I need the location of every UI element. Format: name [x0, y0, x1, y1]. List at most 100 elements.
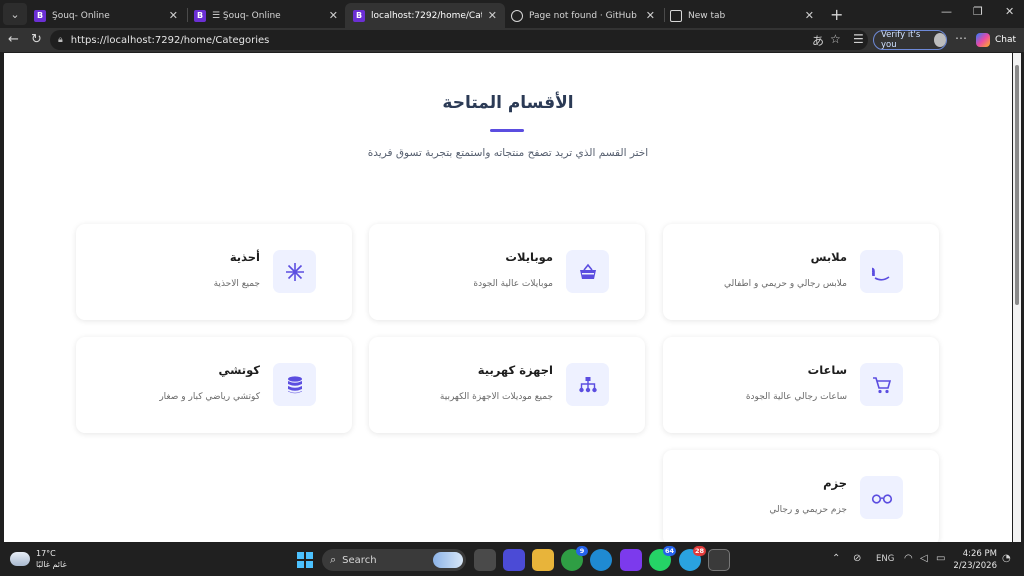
tab-strip: ⌄ B Şouq- Online ✕ B ☰ Şouq- Online ✕ B … — [0, 0, 1024, 28]
category-card-sneakers[interactable]: كوتشي كوتشي رياضي كبار و صغار — [76, 337, 352, 433]
basket-icon — [566, 250, 609, 293]
github-icon — [511, 9, 523, 22]
page-title: الأقسام المتاحة — [442, 93, 574, 113]
category-card-mobiles[interactable]: موبايلات موبايلات عالية الجودة — [369, 224, 645, 320]
tab-label: ☰ Şouq- Online — [212, 10, 281, 21]
weather-widget[interactable]: 17°C غائم غالبًا — [10, 548, 67, 570]
category-description: ملابس رجالي و حريمي و اطفالي — [723, 279, 847, 289]
close-icon[interactable]: ✕ — [329, 9, 338, 22]
windows-start-icon[interactable] — [297, 552, 313, 568]
close-icon[interactable]: ✕ — [488, 9, 497, 22]
address-toolbar: ← ↻ 🔒︎ https://localhost:7292/home/Categ… — [0, 28, 1024, 52]
more-options-icon[interactable]: ⋯ — [955, 31, 967, 45]
tab-categories[interactable]: B localhost:7292/home/Categories ✕ — [345, 3, 505, 28]
lock-icon[interactable]: 🔒︎ — [58, 35, 63, 45]
telegram-icon[interactable]: 28 — [679, 546, 706, 571]
verify-profile-button[interactable]: Verify it's you — [873, 30, 947, 50]
terminal-icon[interactable] — [708, 549, 730, 571]
avatar — [934, 33, 946, 47]
page-viewport: الأقسام المتاحة اختر القسم الذي تريد تصف… — [4, 53, 1012, 542]
chrome-badge: 9 — [576, 546, 588, 556]
tab-new-tab[interactable]: New tab ✕ — [662, 3, 822, 28]
back-arrow-icon[interactable]: ← — [8, 32, 19, 47]
glasses-icon — [860, 476, 903, 519]
category-card-shoes[interactable]: أحذية جميع الاحذية — [76, 224, 352, 320]
chat-label: Chat — [995, 35, 1017, 45]
amazon-icon: a — [860, 250, 903, 293]
page-scrollbar[interactable] — [1013, 53, 1021, 542]
category-description: جميع الاحذية — [213, 279, 260, 289]
tab-souq-online-1[interactable]: B Şouq- Online ✕ — [26, 3, 186, 28]
maximize-icon[interactable]: ❐ — [973, 5, 983, 18]
telegram-badge: 28 — [692, 546, 706, 556]
network-off-icon[interactable]: ⊘ — [853, 553, 861, 564]
scrollbar-thumb[interactable] — [1015, 65, 1019, 305]
favorite-star-icon[interactable]: ☆ — [830, 32, 841, 46]
visual-studio-icon[interactable] — [620, 549, 642, 571]
language-indicator[interactable]: ENG — [876, 554, 894, 564]
blazor-icon: B — [353, 9, 365, 22]
notification-bell-icon[interactable]: ◔ — [1002, 553, 1011, 564]
category-card-electronics[interactable]: اجهزة كهربية جميع موديلات الاجهزة الكهرب… — [369, 337, 645, 433]
system-clock[interactable]: 4:26 PM 2/23/2026 — [953, 548, 997, 572]
verify-label: Verify it's you — [881, 30, 921, 50]
category-title: موبايلات — [505, 250, 553, 264]
category-title: أحذية — [229, 250, 260, 264]
category-description: ساعات رجالي عالية الجودة — [745, 392, 847, 402]
tab-label: New tab — [688, 10, 726, 21]
category-description: جميع موديلات الاجهزة الكهربية — [439, 392, 553, 402]
teams-icon[interactable] — [503, 549, 525, 571]
weather-temperature: 17°C — [36, 549, 56, 558]
volume-icon[interactable]: ◁ — [920, 553, 928, 564]
chrome-icon[interactable]: 9 — [561, 546, 588, 571]
search-label: Search — [342, 554, 377, 566]
window-close-icon[interactable]: ✕ — [1005, 5, 1014, 18]
whatsapp-icon[interactable]: 64 — [649, 546, 676, 571]
blazor-icon: B — [34, 9, 46, 22]
favorites-list-icon[interactable]: ☰ — [853, 32, 864, 46]
translate-icon[interactable]: あ — [812, 32, 824, 49]
asterisk-icon — [273, 250, 316, 293]
battery-icon[interactable]: ▭ — [936, 553, 945, 564]
tab-label: Page not found · GitHub — [529, 10, 637, 21]
svg-text:a: a — [872, 262, 876, 280]
category-card-boots[interactable]: جزم جزم حريمي و رجالي — [663, 450, 939, 542]
taskbar-search[interactable]: ⌕ Search — [322, 549, 466, 571]
tab-actions-chevron-icon[interactable]: ⌄ — [3, 3, 27, 25]
task-view-icon[interactable] — [474, 549, 496, 571]
wifi-icon[interactable]: ◠ — [904, 553, 913, 564]
database-icon — [273, 363, 316, 406]
tab-label: Şouq- Online — [52, 10, 110, 21]
newtab-icon — [670, 9, 682, 22]
clock-date: 2/23/2026 — [953, 561, 997, 571]
blazor-icon: B — [194, 9, 206, 22]
category-card-clothes[interactable]: a ملابس ملابس رجالي و حريمي و اطفالي — [663, 224, 939, 320]
clock-time: 4:26 PM — [962, 549, 997, 559]
copilot-chat-button[interactable]: Chat — [976, 31, 1016, 49]
close-icon[interactable]: ✕ — [646, 9, 655, 22]
tab-label: localhost:7292/home/Categories — [371, 10, 482, 21]
show-hidden-icons-chevron-icon[interactable]: ⌃ — [832, 553, 840, 564]
category-title: ملابس — [810, 250, 847, 264]
refresh-icon[interactable]: ↻ — [31, 32, 42, 47]
tab-souq-online-2[interactable]: B ☰ Şouq- Online ✕ — [186, 3, 346, 28]
whatsapp-badge: 64 — [662, 546, 676, 556]
address-bar[interactable]: 🔒︎ https://localhost:7292/home/Categorie… — [50, 30, 868, 50]
category-card-watches[interactable]: ساعات ساعات رجالي عالية الجودة — [663, 337, 939, 433]
minimize-icon[interactable]: — — [941, 5, 952, 18]
title-underline — [490, 129, 524, 132]
close-icon[interactable]: ✕ — [805, 9, 814, 22]
close-icon[interactable]: ✕ — [169, 9, 178, 22]
category-description: كوتشي رياضي كبار و صغار — [159, 392, 260, 402]
file-explorer-icon[interactable] — [532, 549, 554, 571]
edge-icon[interactable] — [590, 549, 612, 571]
tab-github[interactable]: Page not found · GitHub ✕ — [503, 3, 663, 28]
new-tab-plus-icon[interactable]: + — [830, 5, 843, 24]
category-title: اجهزة كهربية — [477, 363, 553, 377]
cart-icon — [860, 363, 903, 406]
copilot-icon — [976, 33, 990, 47]
search-highlight-image — [433, 552, 463, 568]
category-title: كوتشي — [218, 363, 260, 377]
page-subtitle: اختر القسم الذي تريد تصفح منتجاته واستمت… — [367, 147, 649, 159]
url-text[interactable]: https://localhost:7292/home/Categories — [71, 35, 270, 46]
